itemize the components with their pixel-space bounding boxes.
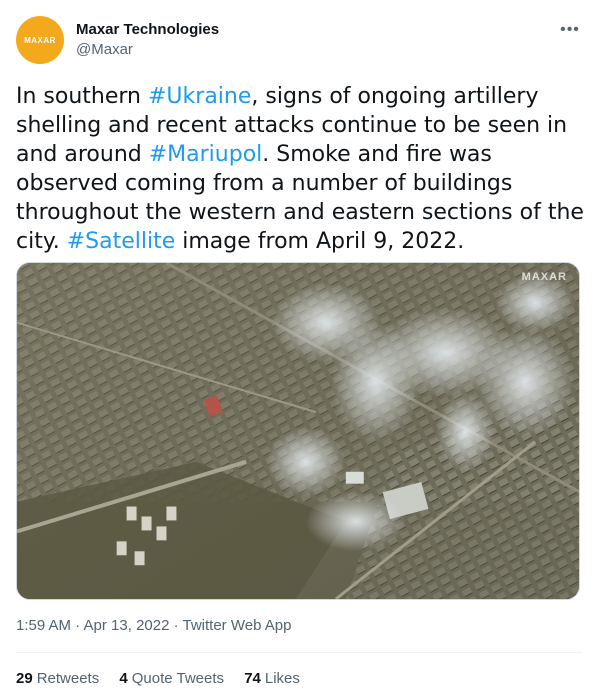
- avatar-logo-text: MAXAR: [24, 35, 56, 45]
- avatar[interactable]: MAXAR: [16, 16, 64, 64]
- retweets-label: Retweets: [36, 670, 100, 687]
- handle[interactable]: @Maxar: [76, 40, 219, 60]
- likes-label: Likes: [264, 670, 300, 687]
- tweet-header: MAXAR Maxar Technologies @Maxar •••: [16, 12, 582, 68]
- hashtag-mariupol[interactable]: #Mariupol: [149, 142, 263, 167]
- divider: [16, 652, 582, 653]
- tweet-text: In southern #Ukraine, signs of ongoing a…: [16, 82, 586, 256]
- quote-tweets-label: Quote Tweets: [131, 670, 225, 687]
- tweet-media-satellite-image[interactable]: MAXAR: [16, 262, 580, 600]
- quote-tweets-stat[interactable]: 4 Quote Tweets: [119, 668, 224, 690]
- tweet-text-part: In southern: [16, 84, 148, 109]
- likes-stat[interactable]: 74 Likes: [244, 668, 300, 690]
- media-watermark: MAXAR: [521, 271, 567, 283]
- more-icon[interactable]: •••: [558, 18, 582, 42]
- display-name[interactable]: Maxar Technologies: [76, 20, 219, 40]
- tweet-stats: 29 Retweets 4 Quote Tweets 74 Likes: [16, 668, 316, 690]
- likes-count: 74: [244, 670, 261, 687]
- satellite-image: [17, 263, 579, 599]
- tweet-timestamp[interactable]: 1:59 AM · Apr 13, 2022 · Twitter Web App: [16, 616, 291, 636]
- author-names: Maxar Technologies @Maxar: [76, 20, 219, 60]
- retweets-count: 29: [16, 670, 33, 687]
- retweets-stat[interactable]: 29 Retweets: [16, 668, 99, 690]
- hashtag-ukraine[interactable]: #Ukraine: [148, 84, 251, 109]
- tweet-text-part: image from April 9, 2022.: [175, 229, 465, 254]
- quote-tweets-count: 4: [119, 670, 128, 687]
- hashtag-satellite[interactable]: #Satellite: [67, 229, 176, 254]
